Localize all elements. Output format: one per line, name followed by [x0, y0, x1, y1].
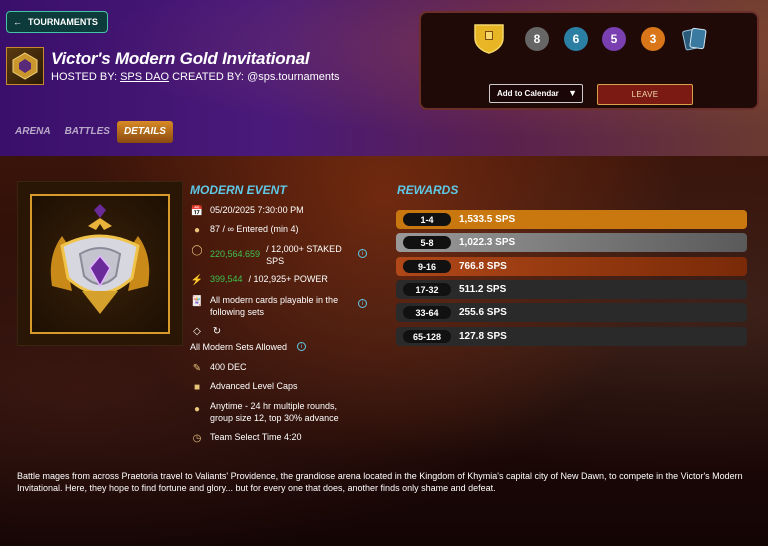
hosted-by-line: HOSTED BY: SPS DAO CREATED BY: @sps.tour… [51, 71, 340, 83]
chevron-down-icon: ▼ [568, 88, 577, 98]
gold-trophy-emblem-icon [50, 204, 150, 314]
power-value: 399,544 [210, 274, 243, 284]
hosted-by-prefix: HOSTED BY: [51, 71, 118, 83]
reward-amount: 1,022.3 SPS [459, 237, 516, 248]
event-cards-row: 🃏 All modern cards playable in the follow… [190, 295, 339, 317]
reward-amount: 255.6 SPS [459, 307, 507, 318]
player-icon: ● [193, 224, 201, 236]
rarity-badge-common: 8 [525, 27, 549, 51]
back-to-tournaments-button[interactable]: ← TOURNAMENTS [6, 11, 108, 33]
sets-allowed-row: All Modern Sets Allowed [190, 342, 288, 352]
rarity-badge-epic: 5 [602, 27, 626, 51]
gold-trophy-icon [12, 52, 38, 80]
reward-row: 1-4 1,533.5 SPS [396, 210, 747, 229]
group-icon: ● [193, 404, 201, 415]
staked-text: / 12,000+ STAKED SPS [266, 244, 342, 266]
calendar-select-value: Add to Calendar [497, 89, 559, 98]
entry-fee-row: ✎ 400 DEC [190, 361, 247, 375]
reward-range: 9-16 [403, 260, 451, 273]
created-by-prefix: CREATED BY: [172, 71, 244, 83]
reward-amount: 127.8 SPS [459, 331, 507, 342]
event-datetime-row: 📅 05/20/2025 7:30:00 PM [190, 205, 304, 217]
lightning-icon: ⚡ [190, 274, 204, 286]
tab-arena[interactable]: ARENA [8, 121, 58, 143]
reward-amount: 1,533.5 SPS [459, 214, 516, 225]
level-cap-icon: ■ [193, 381, 201, 393]
hosted-by-link[interactable]: SPS DAO [120, 71, 169, 83]
reward-row: 17-32 511.2 SPS [396, 280, 747, 299]
tournament-art [30, 194, 170, 334]
sps-token-icon: ◯ [191, 244, 203, 256]
reward-range: 17-32 [403, 283, 451, 296]
reward-range: 65-128 [403, 330, 451, 343]
tournament-title: Victor's Modern Gold Invitational [51, 49, 310, 68]
team-select-row: ◷ Team Select Time 4:20 [190, 431, 302, 445]
reward-amount: 511.2 SPS [459, 284, 507, 295]
reward-range: 1-4 [403, 213, 451, 226]
tournament-description: Battle mages from across Praetoria trave… [17, 471, 743, 493]
card-sets-icon [682, 27, 707, 51]
arrow-left-icon: ← [13, 17, 22, 27]
created-by-value: @sps.tournaments [247, 71, 340, 83]
reward-set-icon: ↻ [212, 325, 222, 337]
event-section-title: MODERN EVENT [190, 183, 287, 197]
tournament-art-frame [17, 181, 183, 346]
rarity-badge-rare: 6 [564, 27, 588, 51]
tournament-actions-panel: 8 6 5 3 Add to Calendar ▼ LEAVE [419, 11, 759, 110]
back-label: TOURNAMENTS [28, 17, 98, 27]
power-text: / 102,925+ POWER [248, 274, 328, 284]
reward-range: 33-64 [403, 306, 451, 319]
cards-info-icon[interactable]: i [358, 299, 367, 308]
calendar-icon: 📅 [190, 205, 204, 217]
add-to-calendar-select[interactable]: Add to Calendar ▼ [489, 84, 583, 103]
event-entered-row: ● 87 / ∞ Entered (min 4) [190, 223, 298, 237]
tab-details[interactable]: DETAILS [116, 121, 173, 143]
event-power-row: ⚡ 399,544 / 102,925+ POWER [190, 273, 328, 287]
reward-amount: 766.8 SPS [459, 261, 507, 272]
ticket-icon: ✎ [192, 362, 202, 374]
event-staked-row: ◯ 220,564.659 / 12,000+ STAKED SPS [190, 243, 346, 267]
staked-info-icon[interactable]: i [358, 249, 367, 258]
clock-icon: ◷ [192, 432, 202, 444]
reward-row: 5-8 1,022.3 SPS [396, 233, 747, 252]
modern-set-icon: ◇ [193, 325, 201, 337]
rounds-row: ● Anytime - 24 hr multiple rounds, group … [190, 400, 370, 424]
sets-info-icon[interactable]: i [297, 342, 306, 351]
tournament-logo [6, 47, 44, 85]
reward-row: 33-64 255.6 SPS [396, 303, 747, 322]
level-caps-row: ■ Advanced Level Caps [190, 380, 298, 394]
set-icons-row: ◇ ↻ [190, 324, 224, 338]
reward-range: 5-8 [403, 236, 451, 249]
tab-battles[interactable]: BATTLES [58, 121, 117, 143]
staked-value: 220,564.659 [210, 249, 261, 259]
tournament-tabs: ARENA BATTLES DETAILS [8, 121, 173, 143]
gold-league-shield-icon [474, 24, 504, 54]
cards-icon: 🃏 [190, 295, 204, 307]
reward-row: 65-128 127.8 SPS [396, 327, 747, 346]
reward-row: 9-16 766.8 SPS [396, 257, 747, 276]
leave-button[interactable]: LEAVE [597, 84, 693, 105]
rewards-section-title: REWARDS [397, 183, 459, 197]
rarity-badge-legendary: 3 [641, 27, 665, 51]
